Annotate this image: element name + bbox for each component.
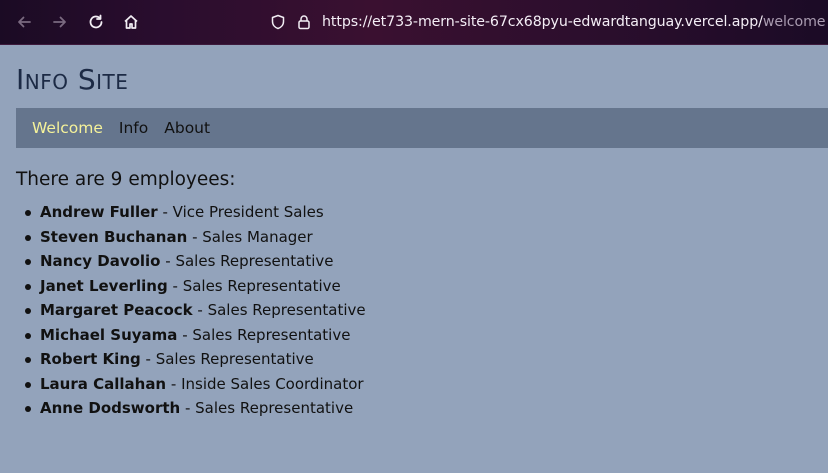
list-item: Nancy Davolio - Sales Representative bbox=[25, 249, 366, 274]
page-content: Info Site Welcome Info About There are 9… bbox=[0, 45, 828, 473]
employee-name: Anne Dodsworth bbox=[40, 399, 181, 417]
url-text[interactable]: https://et733-mern-site-67cx68pyu-edward… bbox=[322, 14, 826, 30]
employee-name: Janet Leverling bbox=[40, 276, 168, 295]
nav-link-info[interactable]: Info bbox=[119, 119, 148, 137]
employee-name: Michael Suyama bbox=[40, 325, 178, 344]
employee-title: Inside Sales Coordinator bbox=[181, 374, 364, 393]
nav-link-welcome[interactable]: Welcome bbox=[32, 119, 103, 137]
employee-title: Vice President Sales bbox=[172, 203, 324, 221]
employee-name: Robert King bbox=[40, 350, 141, 368]
list-item: Robert King - Sales Representative bbox=[25, 347, 366, 372]
employee-count-heading: There are 9 employees: bbox=[16, 169, 236, 190]
reload-icon[interactable] bbox=[85, 11, 107, 33]
site-title: Info Site bbox=[16, 63, 129, 96]
list-item: Laura Callahan - Inside Sales Coordinato… bbox=[25, 372, 366, 397]
browser-toolbar: https://et733-mern-site-67cx68pyu-edward… bbox=[0, 0, 828, 45]
employee-title: Sales Representative bbox=[182, 276, 341, 295]
list-item: Michael Suyama - Sales Representative bbox=[25, 323, 366, 348]
shield-icon[interactable] bbox=[270, 14, 286, 30]
employee-name: Margaret Peacock bbox=[40, 301, 193, 319]
back-icon[interactable] bbox=[13, 11, 35, 33]
employee-title: Sales Representative bbox=[207, 301, 366, 319]
employee-name: Nancy Davolio bbox=[40, 252, 161, 270]
list-item: Janet Leverling - Sales Representative bbox=[25, 274, 366, 299]
employee-title: Sales Representative bbox=[195, 399, 354, 417]
list-item: Steven Buchanan - Sales Manager bbox=[25, 225, 366, 250]
url-path: welcome bbox=[762, 14, 826, 30]
list-item: Anne Dodsworth - Sales Representative bbox=[25, 396, 366, 421]
forward-icon[interactable] bbox=[49, 11, 71, 33]
employee-title: Sales Manager bbox=[202, 227, 313, 246]
employee-title: Sales Representative bbox=[175, 252, 334, 270]
employee-name: Steven Buchanan bbox=[40, 227, 188, 246]
main-nav: Welcome Info About bbox=[16, 108, 828, 148]
employee-list: Andrew Fuller - Vice President Sales Ste… bbox=[25, 200, 366, 421]
nav-link-about[interactable]: About bbox=[164, 119, 210, 137]
employee-name: Andrew Fuller bbox=[40, 203, 158, 221]
list-item: Margaret Peacock - Sales Representative bbox=[25, 298, 366, 323]
url-main: https://et733-mern-site-67cx68pyu-edward… bbox=[322, 14, 763, 30]
address-bar[interactable]: https://et733-mern-site-67cx68pyu-edward… bbox=[270, 8, 826, 36]
list-item: Andrew Fuller - Vice President Sales bbox=[25, 200, 366, 225]
lock-icon[interactable] bbox=[296, 14, 312, 30]
employee-title: Sales Representative bbox=[192, 325, 351, 344]
home-icon[interactable] bbox=[120, 11, 142, 33]
employee-title: Sales Representative bbox=[155, 350, 314, 368]
employee-name: Laura Callahan bbox=[40, 374, 167, 393]
